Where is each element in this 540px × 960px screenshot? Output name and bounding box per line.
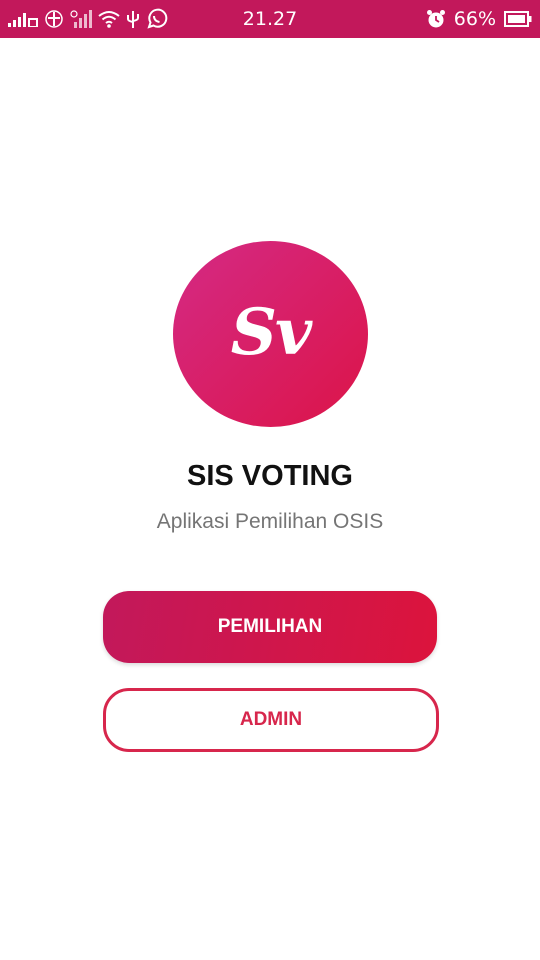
- status-icons-left: [8, 8, 208, 30]
- status-bar: 21.27 66%: [0, 0, 540, 38]
- battery-icon: [504, 11, 532, 27]
- wifi-icon: [98, 10, 120, 28]
- pemilihan-button-label: PEMILIHAN: [217, 616, 323, 637]
- status-icons-right: 66%: [426, 8, 532, 30]
- usb-icon: [126, 9, 140, 29]
- battery-percentage: 66%: [453, 8, 496, 30]
- app-title: SIS VOTING: [187, 460, 353, 492]
- app-subtitle: Aplikasi Pemilihan OSIS: [156, 510, 384, 533]
- admin-button-label: ADMIN: [239, 709, 303, 730]
- signal-2-icon: [70, 10, 92, 28]
- data-icon: [44, 9, 64, 29]
- logo-text: Sv: [230, 294, 312, 370]
- alarm-icon: [426, 9, 446, 29]
- whatsapp-icon: [146, 8, 168, 30]
- pemilihan-button[interactable]: PEMILIHAN: [103, 591, 437, 663]
- app-logo: Sv: [173, 241, 368, 427]
- admin-button[interactable]: ADMIN: [103, 688, 439, 752]
- signal-icon: [8, 11, 38, 27]
